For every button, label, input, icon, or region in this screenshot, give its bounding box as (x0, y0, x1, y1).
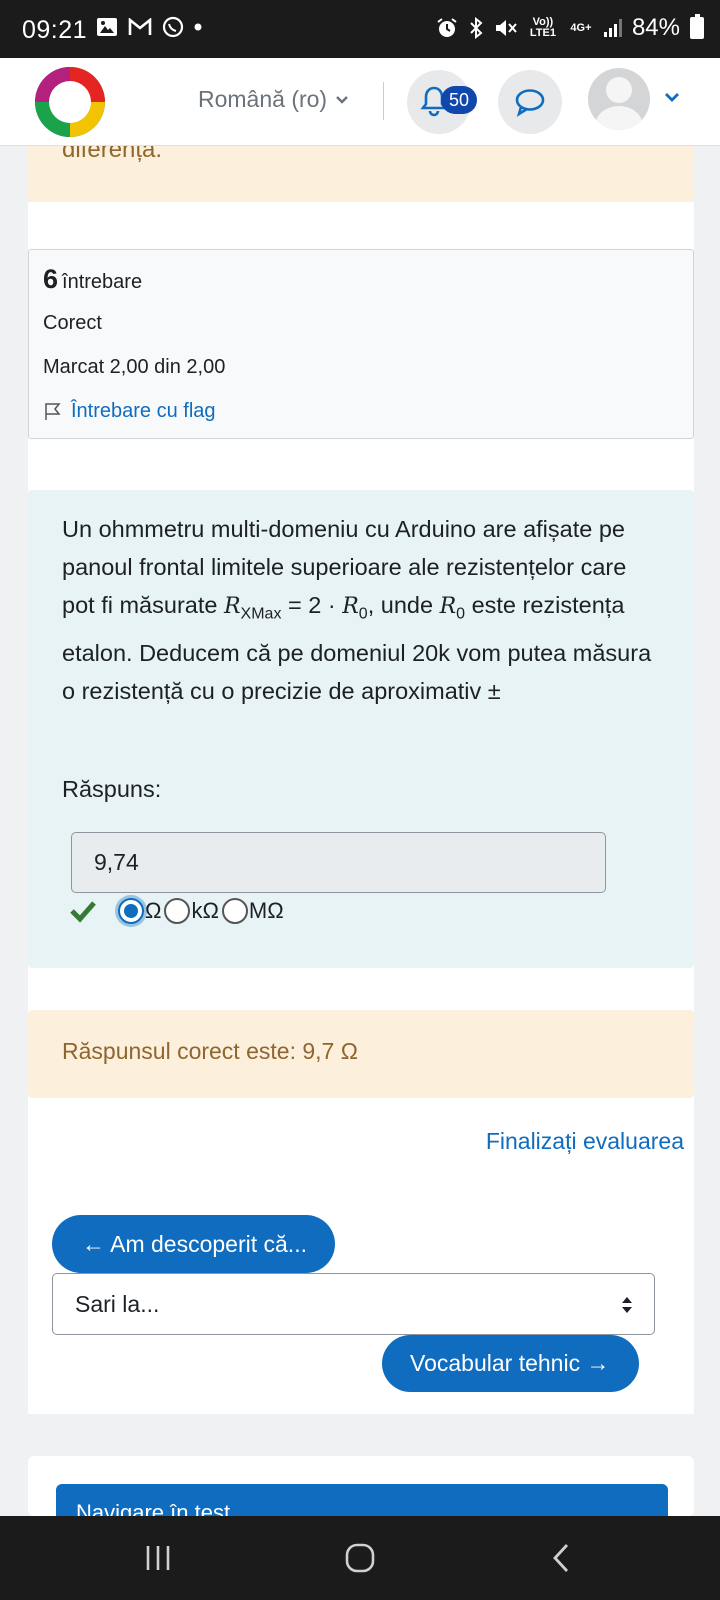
notification-icons (96, 16, 202, 38)
flag-question-label: Întrebare cu flag (71, 400, 216, 422)
quiz-navigation-card: Navigare în test (28, 1456, 694, 1516)
unit-radio-mohm[interactable] (221, 898, 248, 924)
quiz-navigation-title: Navigare în test (76, 1500, 231, 1516)
bluetooth-icon (470, 17, 483, 39)
battery-icon (690, 14, 704, 39)
answer-label: Răspuns: (62, 776, 162, 802)
jump-to-select[interactable]: Sari la... (52, 1273, 655, 1335)
flag-icon (45, 402, 61, 420)
unit-label-kohm: kΩ (191, 898, 219, 923)
battery-percent: 84% (631, 14, 680, 41)
system-navigation-bar (0, 1516, 720, 1600)
r0-symbol: R (342, 594, 359, 619)
question-text-part: = 2 · (281, 592, 343, 618)
flag-question-link[interactable]: Întrebare cu flag (43, 400, 216, 423)
unit-radio-kohm[interactable] (164, 898, 191, 924)
unit-label-mohm: MΩ (248, 898, 284, 923)
previous-activity-button[interactable]: ← Am descoperit că... (52, 1215, 335, 1273)
recent-apps-icon[interactable] (143, 1543, 173, 1573)
question-number-value: 6 (43, 264, 59, 294)
next-activity-button[interactable]: Vocabular tehnic → (382, 1335, 640, 1392)
gmail-icon (128, 18, 152, 35)
user-menu-chevron-icon[interactable] (664, 92, 680, 104)
chevron-down-icon (336, 95, 348, 104)
select-arrows-icon (622, 1297, 632, 1313)
unit-selector: Ω kΩ MΩ (68, 898, 287, 924)
question-number: 6 întrebare (43, 264, 142, 295)
quiz-navigation-header[interactable]: Navigare în test (56, 1484, 668, 1516)
answer-input[interactable]: 9,74 (71, 832, 606, 893)
r-xmax-subscript: XMax (240, 605, 282, 623)
user-avatar[interactable] (588, 68, 650, 130)
notification-count-badge: 50 (441, 86, 477, 114)
r0-subscript: 0 (456, 605, 466, 623)
messages-button[interactable] (498, 70, 562, 134)
mute-icon (495, 20, 517, 36)
home-icon[interactable] (344, 1542, 376, 1574)
gallery-icon (97, 18, 117, 36)
site-logo[interactable] (32, 64, 108, 140)
question-number-label: întrebare (62, 271, 143, 293)
right-answer-text: Răspunsul corect este: 9,7 Ω (62, 1038, 358, 1064)
volte-indicator: Vo)) LTE1 (529, 16, 556, 39)
unit-label-ohm: Ω (145, 898, 162, 923)
question-formulation: Un ohmmetru multi-domeniu cu Arduino are… (28, 490, 694, 968)
avatar-head (606, 77, 632, 103)
language-label: Română (ro) (198, 86, 328, 112)
previous-feedback-text: diferența. (62, 146, 163, 163)
chat-bubble-icon (515, 89, 545, 117)
signal-icon (603, 19, 622, 37)
app-header: Română (ro) 50 (0, 58, 720, 146)
r0-symbol: R (439, 594, 457, 619)
header-divider (383, 82, 384, 120)
question-state: Corect (43, 312, 102, 334)
status-time: 09:21 (22, 16, 88, 44)
r0-subscript: 0 (358, 605, 368, 623)
question-text: Un ohmmetru multi-domeniu cu Arduino are… (62, 510, 662, 710)
question-text-part: , unde (367, 592, 440, 618)
right-answer-box: Răspunsul corect este: 9,7 Ω (28, 1010, 694, 1098)
alarm-icon (437, 18, 457, 37)
previous-question-feedback: diferența. (28, 146, 694, 202)
finish-review-link[interactable]: Finalizați evaluarea (486, 1128, 684, 1155)
question-grade: Marcat 2,00 din 2,00 (43, 356, 226, 378)
page-content: diferența. 6 întrebare Corect Marcat 2,00… (28, 146, 694, 1414)
language-selector[interactable]: Română (ro) (198, 86, 349, 113)
question-info: 6 întrebare Corect Marcat 2,00 din 2,00 Î… (28, 249, 694, 439)
correct-check-icon (70, 901, 96, 923)
r-xmax-symbol: R (223, 594, 241, 619)
jump-to-placeholder: Sari la... (75, 1291, 160, 1317)
avatar-body (595, 106, 643, 130)
network-type: 4G+ (570, 21, 592, 34)
status-icons: Vo)) LTE1 4G+ 84% (436, 14, 704, 42)
whatsapp-icon (162, 16, 184, 38)
dot-icon (194, 23, 202, 31)
back-icon[interactable] (550, 1542, 574, 1574)
unit-radio-ohm[interactable] (118, 898, 144, 924)
status-bar: 09:21 Vo)) LTE1 4G+ 84% (0, 0, 720, 58)
